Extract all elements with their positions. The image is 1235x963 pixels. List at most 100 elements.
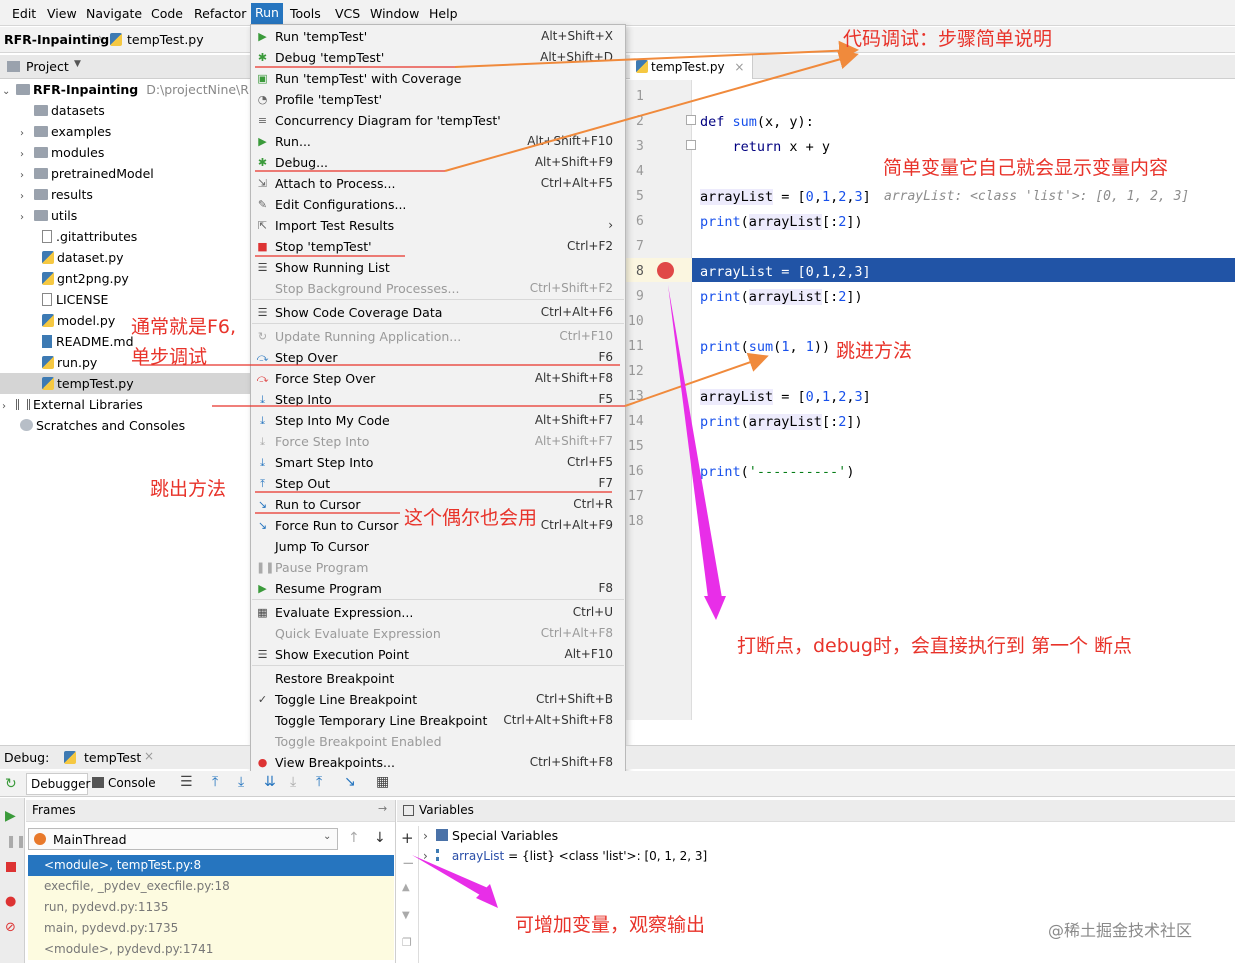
- step-into-icon[interactable]: ⇊: [264, 774, 276, 790]
- tree-item-external-libraries[interactable]: › External Libraries: [2, 394, 143, 415]
- menu-item-toggle-line-breakpoint[interactable]: ✓ Toggle Line Breakpoint Ctrl+Shift+B: [251, 689, 625, 710]
- tree-item-examples[interactable]: › examples: [20, 121, 111, 142]
- frame-row[interactable]: run, pydevd.py:1135: [28, 897, 394, 918]
- variable-row[interactable]: › arrayList = {list} <class 'list'>: [0, …: [423, 849, 707, 863]
- stop-icon[interactable]: [6, 862, 16, 872]
- thread-select[interactable]: MainThread ⌄: [28, 828, 338, 850]
- menu-run[interactable]: Run: [251, 3, 283, 25]
- mute-breakpoints-icon[interactable]: ⊘: [5, 920, 16, 935]
- tree-item-scratches[interactable]: Scratches and Consoles: [20, 415, 185, 436]
- menu-item-run-dialog[interactable]: ▶ Run... Alt+Shift+F10: [251, 131, 625, 152]
- debug-session-tab[interactable]: tempTest: [84, 750, 141, 765]
- add-watch-icon[interactable]: +: [401, 829, 414, 847]
- close-icon[interactable]: ×: [144, 749, 154, 763]
- tree-item-datasets[interactable]: datasets: [20, 100, 105, 121]
- view-breakpoints-icon[interactable]: ●: [5, 894, 16, 909]
- chevron-right-icon[interactable]: ›: [20, 165, 34, 186]
- menu-item-show-coverage-data[interactable]: ☰ Show Code Coverage Data Ctrl+Alt+F6: [251, 302, 625, 323]
- evaluate-icon[interactable]: ▦: [376, 774, 389, 790]
- menu-item-profile[interactable]: ◔ Profile 'tempTest': [251, 89, 625, 110]
- run-to-cursor-icon[interactable]: ↘: [344, 774, 356, 790]
- menu-code[interactable]: Code: [151, 6, 183, 21]
- menu-item-smart-step-into[interactable]: ⤓ Smart Step Into Ctrl+F5: [251, 452, 625, 473]
- tree-item-utils[interactable]: › utils: [20, 205, 77, 226]
- tab-console[interactable]: Console: [108, 776, 156, 790]
- frame-row[interactable]: main, pydevd.py:1735: [28, 918, 394, 939]
- menu-item-view-breakpoints[interactable]: ● View Breakpoints... Ctrl+Shift+F8: [251, 752, 625, 773]
- menu-navigate[interactable]: Navigate: [86, 6, 142, 21]
- copy-icon[interactable]: ❐: [402, 936, 412, 949]
- chevron-right-icon[interactable]: ›: [20, 144, 34, 165]
- tree-item-gitattributes[interactable]: .gitattributes: [42, 226, 137, 247]
- menu-view[interactable]: View: [47, 6, 77, 21]
- menu-item-quick-evaluate[interactable]: Quick Evaluate Expression Ctrl+Alt+F8: [251, 623, 625, 644]
- menu-item-evaluate-expression[interactable]: ▦ Evaluate Expression... Ctrl+U: [251, 602, 625, 623]
- menu-help[interactable]: Help: [429, 6, 458, 21]
- menu-item-show-execution-point[interactable]: ☰ Show Execution Point Alt+F10: [251, 644, 625, 665]
- dropdown-icon[interactable]: ▼: [74, 59, 81, 69]
- tree-item-temptest-py[interactable]: tempTest.py: [42, 373, 134, 394]
- step-out-icon[interactable]: ⤒: [316, 774, 322, 790]
- menu-item-run-coverage[interactable]: ▣ Run 'tempTest' with Coverage: [251, 68, 625, 89]
- menu-vcs[interactable]: VCS: [335, 6, 360, 21]
- chevron-right-icon[interactable]: ›: [20, 186, 34, 207]
- chevron-right-icon[interactable]: ›: [20, 207, 34, 228]
- resume-icon[interactable]: ▶: [5, 808, 16, 824]
- force-step-into-icon[interactable]: ⤓: [290, 774, 296, 790]
- tab-debugger[interactable]: Debugger: [26, 773, 90, 795]
- menu-item-update-running-app[interactable]: ↻ Update Running Application... Ctrl+F10: [251, 326, 625, 347]
- chevron-right-icon[interactable]: ›: [20, 123, 34, 144]
- menu-item-force-step-into[interactable]: ⤓ Force Step Into Alt+Shift+F7: [251, 431, 625, 452]
- menu-item-step-into-my-code[interactable]: ⤓ Step Into My Code Alt+Shift+F7: [251, 410, 625, 431]
- breadcrumb-project[interactable]: RFR-Inpainting: [4, 32, 109, 47]
- menu-item-pause-program[interactable]: ❚❚ Pause Program: [251, 557, 625, 578]
- menu-item-attach-process[interactable]: ⇲ Attach to Process... Ctrl+Alt+F5: [251, 173, 625, 194]
- pause-icon[interactable]: ❚❚: [6, 834, 26, 848]
- menu-item-jump-to-cursor[interactable]: Jump To Cursor: [251, 536, 625, 557]
- menu-item-step-out[interactable]: ⤒ Step Out F7: [251, 473, 625, 494]
- editor-tab-temptest[interactable]: tempTest.py ×: [630, 55, 754, 79]
- frame-row[interactable]: execfile, _pydev_execfile.py:18: [28, 876, 394, 897]
- tree-item-gnt2png-py[interactable]: gnt2png.py: [42, 268, 129, 289]
- show-execution-point-icon[interactable]: ⤒: [212, 774, 218, 790]
- fold-icon[interactable]: [686, 140, 696, 150]
- menu-item-toggle-breakpoint-enabled[interactable]: Toggle Breakpoint Enabled: [251, 731, 625, 752]
- tree-item-modules[interactable]: › modules: [20, 142, 104, 163]
- menu-item-step-over[interactable]: ⤼ Step Over F6: [251, 347, 625, 368]
- menu-item-force-step-over[interactable]: ⤼ Force Step Over Alt+Shift+F8: [251, 368, 625, 389]
- tree-item-results[interactable]: › results: [20, 184, 93, 205]
- chevron-right-icon[interactable]: ›: [2, 396, 16, 417]
- menu-item-show-running-list[interactable]: ☰ Show Running List: [251, 257, 625, 278]
- remove-watch-icon[interactable]: −: [402, 854, 415, 872]
- step-over-icon[interactable]: ⤓: [238, 774, 244, 790]
- tree-root[interactable]: ⌄ RFR-Inpainting D:\projectNine\RFR-: [2, 79, 269, 100]
- move-up-icon[interactable]: ▲: [402, 882, 410, 893]
- arrow-up-icon[interactable]: ↑: [348, 830, 360, 846]
- menu-tools[interactable]: Tools: [290, 6, 321, 21]
- menu-item-restore-breakpoint[interactable]: Restore Breakpoint: [251, 668, 625, 689]
- menu-item-resume-program[interactable]: ▶ Resume Program F8: [251, 578, 625, 599]
- menu-item-edit-configurations[interactable]: ✎ Edit Configurations...: [251, 194, 625, 215]
- project-panel-title[interactable]: Project: [26, 59, 69, 74]
- tree-item-model-py[interactable]: model.py: [42, 310, 115, 331]
- close-icon[interactable]: ×: [734, 60, 744, 74]
- move-down-icon[interactable]: ▼: [402, 910, 410, 921]
- tree-item-license[interactable]: LICENSE: [42, 289, 108, 310]
- menu-lines-icon[interactable]: ☰: [180, 774, 193, 790]
- menu-item-import-test-results[interactable]: ⇱ Import Test Results ›: [251, 215, 625, 236]
- menu-window[interactable]: Window: [370, 6, 419, 21]
- rerun-icon[interactable]: ↻: [5, 776, 17, 792]
- tree-item-pretrainedmodel[interactable]: › pretrainedModel: [20, 163, 154, 184]
- breadcrumb-file[interactable]: tempTest.py: [127, 32, 204, 47]
- breakpoint-icon[interactable]: [657, 262, 674, 279]
- special-variables-row[interactable]: › Special Variables: [423, 828, 558, 843]
- menu-item-debug[interactable]: ✱ Debug 'tempTest' Alt+Shift+D: [251, 47, 625, 68]
- frame-row[interactable]: <module>, tempTest.py:8: [28, 855, 394, 876]
- menu-item-stop[interactable]: ■ Stop 'tempTest' Ctrl+F2: [251, 236, 625, 257]
- menu-item-run[interactable]: ▶ Run 'tempTest' Alt+Shift+X: [251, 26, 625, 47]
- menu-item-step-into[interactable]: ⤓ Step Into F5: [251, 389, 625, 410]
- tree-item-readme[interactable]: README.md: [42, 331, 134, 352]
- pin-icon[interactable]: →: [378, 802, 387, 815]
- arrow-down-icon[interactable]: ↓: [374, 830, 386, 846]
- menu-item-stop-background[interactable]: Stop Background Processes... Ctrl+Shift+F…: [251, 278, 625, 299]
